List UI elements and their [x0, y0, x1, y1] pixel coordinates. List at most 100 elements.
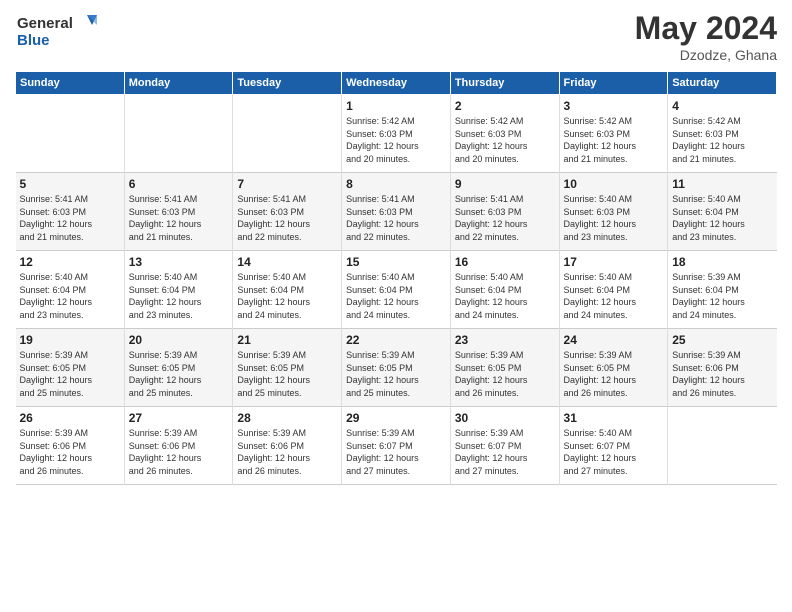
calendar-cell: 15Sunrise: 5:40 AM Sunset: 6:04 PM Dayli…	[342, 251, 451, 329]
calendar-cell: 3 Sunrise: 5:42 AM Sunset: 6:03 PM Daylig…	[559, 95, 668, 173]
day-number: 20	[129, 333, 229, 347]
day-info: Sunrise: 5:41 AM Sunset: 6:03 PM Dayligh…	[20, 193, 120, 243]
day-info: Sunrise: 5:40 AM Sunset: 6:04 PM Dayligh…	[672, 193, 772, 243]
day-number: 31	[564, 411, 664, 425]
calendar-cell: 9 Sunrise: 5:41 AM Sunset: 6:03 PM Daylig…	[450, 173, 559, 251]
day-number: 26	[20, 411, 120, 425]
day-number: 11	[672, 177, 772, 191]
calendar-cell: 12 Sunrise: 5:40 AM Sunset: 6:04 PM Dayli…	[16, 251, 125, 329]
day-number: 17	[564, 255, 664, 269]
day-header-thursday: Thursday	[450, 72, 559, 95]
day-number: 29	[346, 411, 446, 425]
day-info: Sunrise: 5:39 AM Sunset: 6:06 PM Dayligh…	[672, 349, 772, 399]
day-number: 12	[20, 255, 120, 269]
calendar-cell: 30Sunrise: 5:39 AM Sunset: 6:07 PM Dayli…	[450, 407, 559, 485]
day-info: Sunrise: 5:39 AM Sunset: 6:05 PM Dayligh…	[20, 349, 120, 399]
day-number: 10	[564, 177, 664, 191]
calendar-cell: 31 Sunrise: 5:40 AM Sunset: 6:07 PM Dayli…	[559, 407, 668, 485]
day-info: Sunrise: 5:39 AM Sunset: 6:06 PM Dayligh…	[20, 427, 120, 477]
day-number: 27	[129, 411, 229, 425]
day-number: 14	[237, 255, 337, 269]
day-number: 15	[346, 255, 446, 269]
logo-svg: General Blue	[15, 10, 105, 50]
day-number: 9	[455, 177, 555, 191]
day-info: Sunrise: 5:39 AM Sunset: 6:05 PM Dayligh…	[237, 349, 337, 399]
logo: General Blue	[15, 10, 105, 50]
calendar-cell: 5 Sunrise: 5:41 AM Sunset: 6:03 PM Daylig…	[16, 173, 125, 251]
day-number: 21	[237, 333, 337, 347]
day-number: 5	[20, 177, 120, 191]
calendar-cell: 7 Sunrise: 5:41 AM Sunset: 6:03 PM Daylig…	[233, 173, 342, 251]
week-row-5: 26 Sunrise: 5:39 AM Sunset: 6:06 PM Dayli…	[16, 407, 777, 485]
calendar-table: SundayMondayTuesdayWednesdayThursdayFrid…	[15, 71, 777, 485]
title-block: May 2024 Dzodze, Ghana	[635, 10, 777, 63]
calendar-cell: 25 Sunrise: 5:39 AM Sunset: 6:06 PM Dayli…	[668, 329, 777, 407]
day-header-friday: Friday	[559, 72, 668, 95]
calendar-cell: 29 Sunrise: 5:39 AM Sunset: 6:07 PM Dayli…	[342, 407, 451, 485]
day-number: 19	[20, 333, 120, 347]
week-row-3: 12 Sunrise: 5:40 AM Sunset: 6:04 PM Dayli…	[16, 251, 777, 329]
day-number: 6	[129, 177, 229, 191]
day-info: Sunrise: 5:40 AM Sunset: 6:07 PM Dayligh…	[564, 427, 664, 477]
calendar-cell	[233, 95, 342, 173]
week-row-4: 19 Sunrise: 5:39 AM Sunset: 6:05 PM Dayli…	[16, 329, 777, 407]
day-info: Sunrise: 5:39 AM Sunset: 6:06 PM Dayligh…	[129, 427, 229, 477]
day-info: Sunrise: 5:39 AM Sunset: 6:07 PM Dayligh…	[346, 427, 446, 477]
header: General Blue May 2024 Dzodze, Ghana	[15, 10, 777, 63]
day-header-saturday: Saturday	[668, 72, 777, 95]
calendar-cell: 13 Sunrise: 5:40 AM Sunset: 6:04 PM Dayli…	[124, 251, 233, 329]
calendar-cell: 20 Sunrise: 5:39 AM Sunset: 6:05 PM Dayli…	[124, 329, 233, 407]
calendar-cell: 11 Sunrise: 5:40 AM Sunset: 6:04 PM Dayli…	[668, 173, 777, 251]
calendar-cell: 17 Sunrise: 5:40 AM Sunset: 6:04 PM Dayli…	[559, 251, 668, 329]
calendar-cell: 1Sunrise: 5:42 AM Sunset: 6:03 PM Daylig…	[342, 95, 451, 173]
calendar-cell: 19 Sunrise: 5:39 AM Sunset: 6:05 PM Dayli…	[16, 329, 125, 407]
day-info: Sunrise: 5:40 AM Sunset: 6:04 PM Dayligh…	[20, 271, 120, 321]
calendar-cell	[16, 95, 125, 173]
day-info: Sunrise: 5:41 AM Sunset: 6:03 PM Dayligh…	[346, 193, 446, 243]
day-number: 13	[129, 255, 229, 269]
day-info: Sunrise: 5:39 AM Sunset: 6:05 PM Dayligh…	[129, 349, 229, 399]
calendar-cell	[124, 95, 233, 173]
day-number: 3	[564, 99, 664, 113]
day-info: Sunrise: 5:39 AM Sunset: 6:05 PM Dayligh…	[346, 349, 446, 399]
location: Dzodze, Ghana	[635, 47, 777, 63]
day-info: Sunrise: 5:40 AM Sunset: 6:04 PM Dayligh…	[455, 271, 555, 321]
day-info: Sunrise: 5:39 AM Sunset: 6:05 PM Dayligh…	[564, 349, 664, 399]
calendar-cell: 24 Sunrise: 5:39 AM Sunset: 6:05 PM Dayli…	[559, 329, 668, 407]
calendar-cell: 16Sunrise: 5:40 AM Sunset: 6:04 PM Dayli…	[450, 251, 559, 329]
day-number: 8	[346, 177, 446, 191]
day-info: Sunrise: 5:39 AM Sunset: 6:06 PM Dayligh…	[237, 427, 337, 477]
page-container: General Blue May 2024 Dzodze, Ghana Sund…	[0, 0, 792, 495]
day-info: Sunrise: 5:40 AM Sunset: 6:04 PM Dayligh…	[129, 271, 229, 321]
day-header-wednesday: Wednesday	[342, 72, 451, 95]
day-info: Sunrise: 5:41 AM Sunset: 6:03 PM Dayligh…	[455, 193, 555, 243]
day-info: Sunrise: 5:39 AM Sunset: 6:05 PM Dayligh…	[455, 349, 555, 399]
calendar-cell: 4Sunrise: 5:42 AM Sunset: 6:03 PM Daylig…	[668, 95, 777, 173]
calendar-cell: 23Sunrise: 5:39 AM Sunset: 6:05 PM Dayli…	[450, 329, 559, 407]
svg-text:Blue: Blue	[17, 32, 50, 49]
day-number: 25	[672, 333, 772, 347]
week-row-1: 1 Sunrise: 5:42 AM Sunset: 6:03 PM Daylig…	[16, 95, 777, 173]
calendar-cell: 8 Sunrise: 5:41 AM Sunset: 6:03 PM Daylig…	[342, 173, 451, 251]
day-header-tuesday: Tuesday	[233, 72, 342, 95]
calendar-cell: 22 Sunrise: 5:39 AM Sunset: 6:05 PM Dayli…	[342, 329, 451, 407]
day-number: 1	[346, 99, 446, 113]
header-row: SundayMondayTuesdayWednesdayThursdayFrid…	[16, 72, 777, 95]
day-info: Sunrise: 5:42 AM Sunset: 6:03 PM Dayligh…	[455, 115, 555, 165]
day-info: Sunrise: 5:40 AM Sunset: 6:04 PM Dayligh…	[564, 271, 664, 321]
day-info: Sunrise: 5:42 AM Sunset: 6:03 PM Dayligh…	[564, 115, 664, 165]
week-row-2: 5 Sunrise: 5:41 AM Sunset: 6:03 PM Daylig…	[16, 173, 777, 251]
day-number: 4	[672, 99, 772, 113]
day-number: 7	[237, 177, 337, 191]
day-info: Sunrise: 5:41 AM Sunset: 6:03 PM Dayligh…	[237, 193, 337, 243]
day-number: 18	[672, 255, 772, 269]
calendar-cell	[668, 407, 777, 485]
calendar-cell: 27 Sunrise: 5:39 AM Sunset: 6:06 PM Dayli…	[124, 407, 233, 485]
day-number: 22	[346, 333, 446, 347]
calendar-cell: 18 Sunrise: 5:39 AM Sunset: 6:04 PM Dayli…	[668, 251, 777, 329]
day-number: 30	[455, 411, 555, 425]
day-number: 2	[455, 99, 555, 113]
month-year: May 2024	[635, 10, 777, 47]
day-number: 24	[564, 333, 664, 347]
day-info: Sunrise: 5:39 AM Sunset: 6:04 PM Dayligh…	[672, 271, 772, 321]
